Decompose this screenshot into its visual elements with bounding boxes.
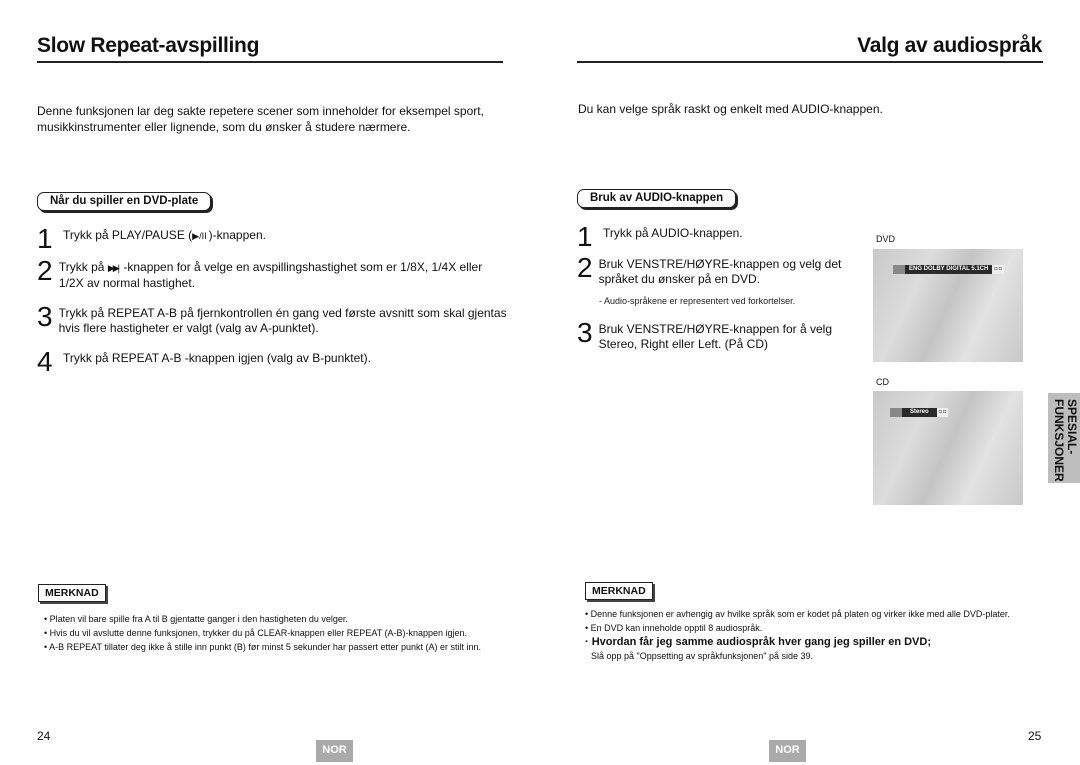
step-text: Bruk VENSTRE/HØYRE-knappen for å velg St… [598, 322, 833, 351]
note-question: · Hvordan får jeg samme audiospråk hver … [585, 636, 931, 648]
step-text: Trykk på REPEAT A-B på fjernkontrollen é… [58, 306, 507, 335]
dvd-screen-label: DVD [876, 234, 896, 244]
left-step-1: 1 Trykk på PLAY/PAUSE (▶/II)-knappen. [37, 223, 507, 254]
right-step-1: 1 Trykk på AUDIO-knappen. [577, 221, 857, 252]
right-section-label: Bruk av AUDIO-knappen [577, 189, 737, 208]
left-page-number: 24 [37, 729, 51, 743]
dvd-screen-illustration: ENG DOLBY DIGITAL 5.1CH ◘ ◘ [873, 249, 1023, 362]
step-text: -knappen for å velge en avspillingshasti… [58, 260, 483, 290]
right-note-label: MERKNAD [585, 582, 653, 600]
cd-osd-text: Stereo [902, 408, 937, 417]
skip-forward-icon: ▶▶| [107, 263, 120, 273]
cd-screen-label: CD [876, 377, 889, 387]
note-item: • Denne funksjonen er avhengig av hvilke… [585, 609, 1010, 619]
right-title-rule [577, 61, 1043, 63]
step-text: )-knappen. [208, 228, 266, 242]
osd-arrows-icon: ◘ ◘ [992, 265, 1004, 274]
step-number: 1 [37, 223, 53, 254]
step-text: Trykk på [58, 260, 108, 274]
step-number: 3 [577, 317, 593, 348]
left-notes: • Platen vil bare spille fra A til B gje… [44, 612, 514, 654]
left-step-4: 4 Trykk på REPEAT A-B -knappen igjen (va… [37, 346, 507, 377]
step-number: 1 [577, 221, 593, 252]
step-text: Trykk på PLAY/PAUSE ( [63, 228, 193, 242]
left-step-2: 2 Trykk på ▶▶| -knappen for å velge en a… [37, 255, 507, 291]
note-item: • A-B REPEAT tillater deg ikke å stille … [44, 642, 481, 652]
left-note-label: MERKNAD [38, 584, 106, 602]
right-step-2: 2 Bruk VENSTRE/HØYRE-knappen og velg det… [577, 252, 847, 287]
note-item: • Platen vil bare spille fra A til B gje… [44, 614, 348, 624]
audio-icon [893, 265, 905, 274]
speaker-icon [890, 408, 902, 417]
right-intro: Du kan velge språk raskt og enkelt med A… [578, 102, 883, 116]
left-intro: Denne funksjonen lar deg sakte repetere … [37, 104, 484, 134]
side-tab-line-2: FUNKSJONER [1052, 399, 1066, 482]
left-section-label: Når du spiller en DVD-plate [37, 192, 212, 211]
left-page-title: Slow Repeat-avspilling [37, 34, 260, 57]
step-number: 4 [37, 346, 53, 377]
left-title-rule [37, 61, 503, 63]
right-page-number: 25 [1028, 729, 1042, 743]
note-item: • En DVD kan inneholde opptil 8 audiospr… [585, 623, 763, 633]
step-number: 2 [37, 255, 53, 286]
step-text: Trykk på REPEAT A-B -knappen igjen (valg… [63, 351, 371, 365]
right-language-badge: NOR [769, 740, 806, 762]
right-step-3: 3 Bruk VENSTRE/HØYRE-knappen for å velg … [577, 317, 857, 352]
step-number: 2 [577, 252, 593, 283]
osd-arrows-icon: ◘ ◘ [936, 408, 949, 417]
play-pause-icon: ▶/II [192, 231, 207, 241]
step-number: 3 [37, 301, 53, 332]
note-reference: Slå opp på "Oppsetting av språkfunksjone… [591, 651, 814, 661]
step-text: Bruk VENSTRE/HØYRE-knappen og velg det s… [598, 257, 842, 286]
right-step-2-subnote: - Audio-språkene er representert ved for… [599, 296, 796, 306]
dvd-osd-text: ENG DOLBY DIGITAL 5.1CH [905, 265, 993, 274]
cd-screen-illustration: Stereo ◘ ◘ [873, 391, 1023, 505]
right-page-title: Valg av audiospråk [857, 34, 1042, 57]
left-language-badge: NOR [316, 740, 353, 762]
dvd-osd-bar: ENG DOLBY DIGITAL 5.1CH ◘ ◘ [893, 265, 1004, 274]
step-text: Trykk på AUDIO-knappen. [603, 226, 743, 240]
right-notes: • Denne funksjonen er avhengig av hvilke… [585, 607, 1055, 663]
left-step-3: 3 Trykk på REPEAT A-B på fjernkontrollen… [37, 301, 507, 336]
note-item: • Hvis du vil avslutte denne funksjonen,… [44, 628, 468, 638]
side-tab-line-1: SPESIAL- [1065, 399, 1079, 455]
section-side-tab: SPESIAL- FUNKSJONER [1048, 393, 1080, 483]
cd-osd-bar: Stereo ◘ ◘ [890, 408, 949, 417]
